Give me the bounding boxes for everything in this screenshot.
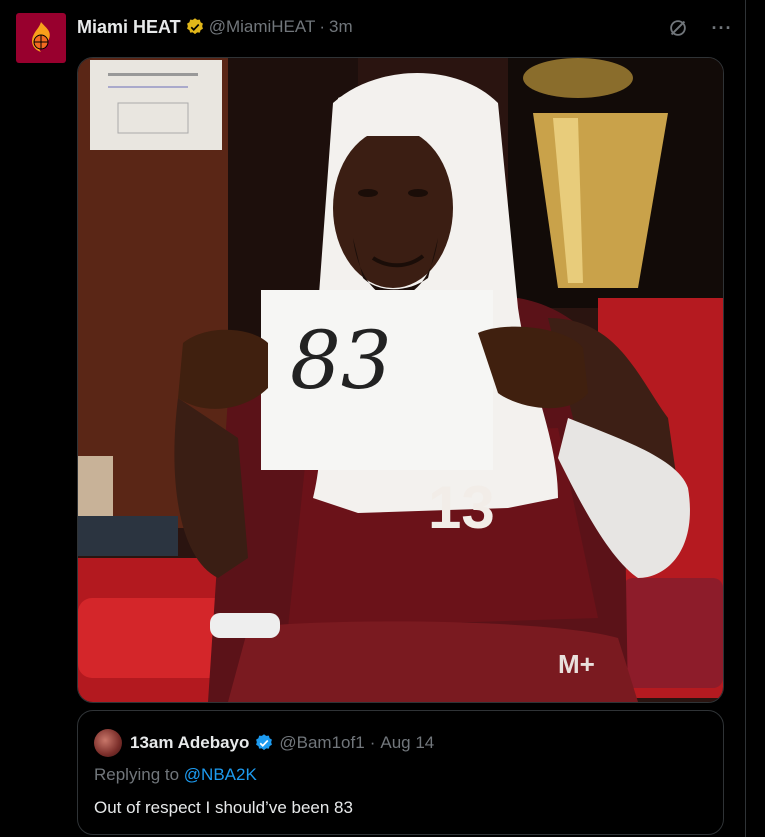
replying-prefix: Replying to — [94, 765, 184, 784]
heat-logo-icon — [32, 22, 50, 52]
tweet-header: Miami HEAT @MiamiHEAT · 3m — [77, 15, 353, 39]
sign-number: 83 — [290, 314, 392, 407]
grok-icon[interactable] — [664, 14, 692, 42]
quoted-tweet-header: 13am Adebayo @Bam1of1 · Aug 14 — [94, 729, 434, 757]
jersey-number: 13 — [428, 474, 495, 541]
tweet-time[interactable]: 3m — [329, 17, 353, 37]
quoted-tweet-time[interactable]: Aug 14 — [380, 733, 434, 753]
author-name[interactable]: Miami HEAT — [77, 17, 181, 38]
quoted-separator-dot: · — [369, 733, 376, 752]
quoted-tweet[interactable]: 13am Adebayo @Bam1of1 · Aug 14 Replying … — [77, 710, 724, 835]
svg-text:M+: M+ — [558, 649, 595, 679]
gold-verified-badge-icon[interactable] — [185, 17, 205, 37]
quoted-author-avatar[interactable] — [94, 729, 122, 757]
author-avatar[interactable] — [16, 13, 66, 63]
quoted-author-name[interactable]: 13am Adebayo — [130, 733, 249, 753]
replying-to-handle-link[interactable]: @NBA2K — [184, 765, 257, 784]
separator-dot: · — [319, 17, 326, 36]
tweet-actions: ··· — [664, 14, 736, 42]
author-handle[interactable]: @MiamiHEAT — [209, 17, 316, 37]
tweet-photo[interactable]: M+ 13 83 — [77, 57, 724, 703]
quoted-author-handle[interactable]: @Bam1of1 — [279, 733, 364, 753]
more-icon[interactable]: ··· — [708, 14, 736, 42]
replying-to-line: Replying to @NBA2K — [94, 765, 257, 785]
column-divider — [745, 0, 746, 837]
quoted-tweet-text: Out of respect I should’ve been 83 — [94, 798, 353, 817]
blue-verified-badge-icon[interactable] — [254, 733, 274, 753]
